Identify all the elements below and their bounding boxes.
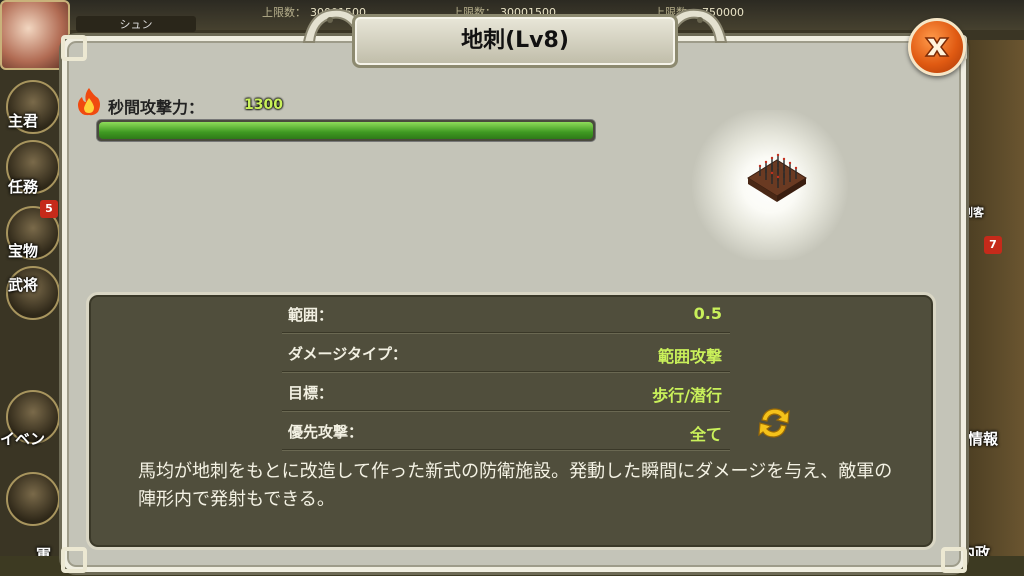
dialog-title: 地刺(Lv8)	[461, 28, 569, 53]
right-menu	[962, 40, 1024, 576]
dialog-title-plate: 地刺(Lv8)	[352, 14, 678, 68]
stat-row-range: 範囲： 0.5	[282, 294, 730, 333]
menu-general-label: 武将	[8, 276, 39, 294]
menu-lord-label: 主君	[8, 112, 39, 130]
player-name: シュン	[76, 16, 196, 32]
menu-quest-label: 任務	[8, 178, 39, 196]
range-label: 範囲：	[288, 306, 334, 324]
menu-info-button[interactable]: 情報	[968, 428, 998, 449]
menu-event-label: イベン	[0, 430, 46, 448]
target-value: 歩行/潜行	[652, 386, 722, 405]
fire-icon	[78, 88, 100, 116]
stat-row-damage-type: ダメージタイプ： 範囲攻撃	[282, 333, 730, 372]
corner-ornament	[941, 547, 967, 573]
attack-power-bar	[96, 119, 596, 142]
damage-type-value: 範囲攻撃	[657, 347, 722, 366]
player-avatar[interactable]	[0, 0, 70, 70]
right-menu-badge: 7	[984, 236, 1002, 254]
range-value: 0.5	[693, 304, 722, 323]
close-icon	[924, 37, 950, 57]
attack-power-value: 1300	[244, 97, 283, 113]
priority-value: 全て	[689, 425, 722, 444]
priority-label: 優先攻撃：	[288, 423, 364, 441]
menu-army-button[interactable]	[6, 472, 60, 526]
stat-row-target: 目標： 歩行/潜行	[282, 372, 730, 411]
corner-ornament	[61, 547, 87, 573]
close-button[interactable]	[908, 18, 966, 76]
target-label: 目標：	[288, 384, 334, 402]
treasure-badge: 5	[40, 200, 58, 218]
damage-type-label: ダメージタイプ：	[288, 345, 407, 363]
attack-power-label: 秒間攻撃力：	[108, 98, 205, 117]
stat-row-priority: 優先攻撃： 全て	[282, 411, 730, 450]
corner-ornament	[61, 35, 87, 61]
cycle-arrows-icon[interactable]	[754, 402, 794, 444]
menu-treasure-label: 宝物	[8, 242, 39, 260]
spike-trap-icon	[747, 153, 807, 202]
building-description: 馬均が地刺をもとに改造して作った新式の防衛施設。発動した瞬間にダメージを与え、敵…	[138, 461, 893, 510]
attack-power-bar-fill	[99, 122, 593, 139]
